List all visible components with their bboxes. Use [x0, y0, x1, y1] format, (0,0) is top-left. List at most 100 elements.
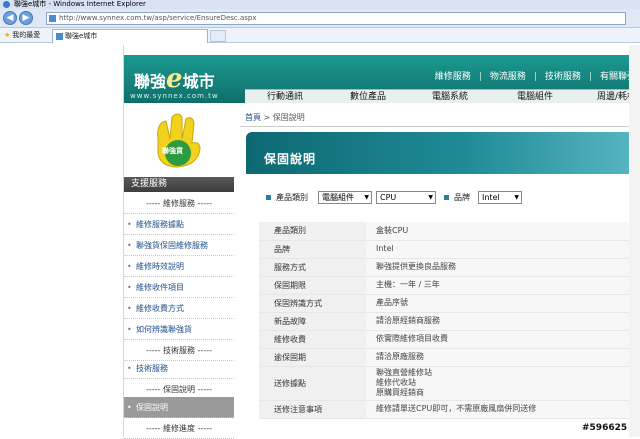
- logo-e: e: [166, 64, 183, 94]
- spec-key: 維修收費: [259, 330, 366, 349]
- forward-arrow-icon[interactable]: ▶: [19, 11, 33, 25]
- square-bullet-icon: [266, 195, 271, 200]
- sidebar-header-progress: ----- 維修進度 -----: [124, 418, 234, 439]
- spec-value-line: 依實際維修項目收費: [376, 334, 448, 343]
- tab-page-icon: [56, 33, 63, 40]
- spec-key: 保固期限: [259, 276, 366, 295]
- top-link-sep: |: [533, 72, 537, 82]
- spec-value: 聯強提供更換良品服務: [366, 258, 630, 277]
- watermark: #596625: [582, 423, 628, 433]
- menu-systems[interactable]: 電腦系統: [432, 91, 468, 103]
- sidebar-item-warranty-desc[interactable]: • 保固說明: [124, 397, 234, 418]
- page-title: 保固說明: [264, 152, 317, 166]
- spec-row: 保固辨識方式 產品序號: [259, 294, 630, 313]
- sidebar-header-repair: ----- 維修服務 -----: [124, 193, 234, 214]
- chevron-down-icon: ▼: [364, 194, 369, 201]
- spec-value: 盒裝CPU: [366, 222, 630, 241]
- menu-mobile[interactable]: 行動通訊: [267, 91, 303, 103]
- favorites-button[interactable]: ★ 我的最愛: [4, 28, 40, 43]
- ie-logo-icon: [3, 1, 10, 8]
- sidebar-item-repair-items[interactable]: • 維修收件項目: [124, 277, 234, 298]
- address-bar[interactable]: http://www.synnex.com.tw/asp/service/Ens…: [46, 12, 626, 25]
- support-section-title: 支援服務: [124, 177, 234, 192]
- top-link-tech[interactable]: 技術服務: [545, 72, 581, 82]
- logo-text-b: 城市: [182, 72, 215, 91]
- spec-row: 保固期限 主機：一年 / 三年: [259, 276, 630, 295]
- back-arrow-icon[interactable]: ◀: [3, 11, 17, 25]
- spec-value: 聯強直營維修站 維修代收站 原購買經銷商: [366, 366, 630, 401]
- brand-select[interactable]: Intel ▼: [478, 191, 522, 204]
- bullet-icon: •: [127, 403, 132, 412]
- window-title-bar: 聯強e城市 - Windows Internet Explorer: [0, 0, 640, 9]
- sidebar-item-identify[interactable]: • 如何辨識聯強貨: [124, 319, 234, 340]
- spec-key: 保固辨識方式: [259, 294, 366, 313]
- spec-value: 主機：一年 / 三年: [366, 276, 630, 295]
- spec-value-line: 盒裝CPU: [376, 225, 409, 235]
- page-icon: [49, 15, 56, 22]
- window-title: 聯強e城市 - Windows Internet Explorer: [14, 0, 146, 8]
- category-select[interactable]: 電腦組件 ▼: [318, 191, 372, 204]
- spec-row: 新品故障 請洽原經銷商服務: [259, 312, 630, 331]
- category-label: 產品類別: [276, 193, 308, 202]
- site-logo[interactable]: 聯強e城市: [134, 64, 215, 94]
- spec-value-line: 產品序號: [376, 298, 408, 307]
- bullet-icon: •: [127, 304, 132, 313]
- spec-value-line: 維修請單送CPU即可，不需原廠風扇併同送修: [376, 404, 537, 413]
- logo-url: www.synnex.com.tw: [130, 92, 219, 100]
- menu-components[interactable]: 電腦組件: [517, 91, 553, 103]
- sidebar-item-repair-time[interactable]: • 維修時效說明: [124, 256, 234, 277]
- sidebar: 聯強貨 支援服務 ----- 維修服務 ----- • 維修服務據點 • 聯強貨保固…: [124, 103, 234, 439]
- bullet-icon: •: [127, 241, 132, 250]
- spec-key: 新品故障: [259, 312, 366, 331]
- breadcrumb-home[interactable]: 首頁: [245, 113, 261, 122]
- spec-key: 逾保固期: [259, 348, 366, 367]
- spec-value: 依實際維修項目收費: [366, 330, 630, 349]
- browser-tab[interactable]: 聯強e城市: [52, 29, 208, 43]
- spec-value-line: 請洽原廠服務: [376, 352, 424, 361]
- breadcrumb-current: 保固說明: [272, 113, 305, 122]
- synnex-badge-icon[interactable]: [148, 109, 206, 171]
- bullet-icon: •: [127, 325, 132, 334]
- breadcrumb-divider: [240, 126, 640, 127]
- sidebar-item-warranty-service[interactable]: • 聯強貨保固維修服務: [124, 235, 234, 256]
- spec-key: 產品類別: [259, 222, 366, 241]
- spec-value-line: 原購買經銷商: [376, 388, 424, 397]
- new-tab-button[interactable]: [210, 30, 226, 42]
- page-scroll-gutter: [629, 45, 640, 437]
- badge-label: 聯強貨: [162, 147, 183, 155]
- spec-key: 送修注意事項: [259, 400, 366, 419]
- chevron-down-icon: ▼: [514, 194, 519, 201]
- menu-digital[interactable]: 數位產品: [350, 91, 386, 103]
- warranty-spec-table: 產品類別 盒裝CPU 品牌 Intel 服務方式 聯強提供更換良品服務 保固期限 主機：一年 …: [259, 222, 630, 419]
- bullet-icon: •: [127, 262, 132, 271]
- spec-key: 送修據點: [259, 366, 366, 401]
- page-banner: 保固說明: [246, 132, 640, 174]
- chevron-down-icon: ▼: [428, 194, 433, 201]
- spec-value: 請洽原廠服務: [366, 348, 630, 367]
- spec-row: 產品類別 盒裝CPU: [259, 222, 630, 241]
- favorites-bar: ★ 我的最愛 聯強e城市: [0, 28, 640, 43]
- top-links: 維修服務 | 物流服務 | 技術服務 | 有關聯強: [431, 69, 640, 82]
- spec-row: 服務方式 聯強提供更換良品服務: [259, 258, 630, 277]
- spec-row: 逾保固期 請洽原廠服務: [259, 348, 630, 367]
- spec-value-line: 維修代收站: [376, 378, 416, 387]
- top-link-logistics[interactable]: 物流服務: [490, 72, 526, 82]
- spec-value: 產品序號: [366, 294, 630, 313]
- sidebar-item-repair-locations[interactable]: • 維修服務據點: [124, 214, 234, 235]
- breadcrumb: 首頁 > 保固說明: [245, 112, 305, 123]
- spec-row: 送修注意事項 維修請單送CPU即可，不需原廠風扇併同送修: [259, 400, 630, 419]
- spec-value-line: Intel: [376, 244, 394, 253]
- star-icon: ★: [4, 31, 11, 39]
- bullet-icon: •: [127, 220, 132, 229]
- spec-key: 品牌: [259, 240, 366, 259]
- sidebar-item-repair-fees[interactable]: • 維修收費方式: [124, 298, 234, 319]
- top-link-repair[interactable]: 維修服務: [435, 72, 471, 82]
- sidebar-item-tech-service[interactable]: • 技術服務: [124, 358, 234, 379]
- spec-key: 服務方式: [259, 258, 366, 277]
- square-bullet-icon: [444, 195, 449, 200]
- subcategory-select[interactable]: CPU ▼: [376, 191, 436, 204]
- spec-value-line: 聯強提供更換良品服務: [376, 262, 456, 271]
- bullet-icon: •: [127, 364, 132, 373]
- address-url: http://www.synnex.com.tw/asp/service/Ens…: [59, 14, 257, 22]
- spec-row: 品牌 Intel: [259, 240, 630, 259]
